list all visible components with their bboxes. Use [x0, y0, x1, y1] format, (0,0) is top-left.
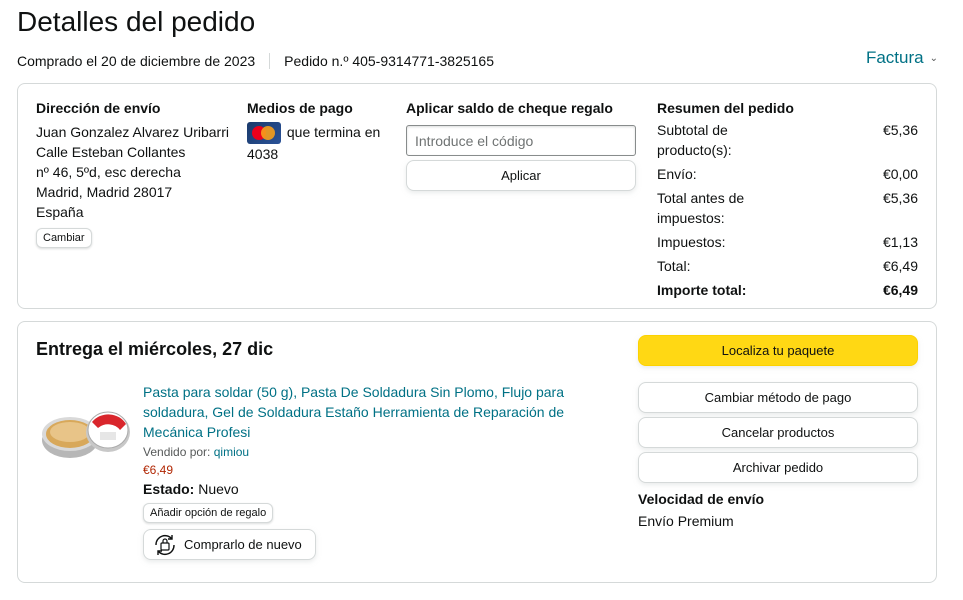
- sold-by: Vendido por: qimiou: [143, 445, 583, 459]
- order-number: Pedido n.º 405-9314771-3825165: [284, 53, 495, 69]
- shipment-card: Entrega el miércoles, 27 dic Pasta para …: [17, 321, 937, 583]
- delivery-date-title: Entrega el miércoles, 27 dic: [36, 339, 274, 359]
- archive-order-button[interactable]: Archivar pedido: [638, 452, 918, 483]
- product-price: €6,49: [143, 463, 174, 477]
- shipping-speed-value: Envío Premium: [638, 513, 734, 529]
- payment-method-section: Medios de pago que termina en 4038: [247, 100, 397, 164]
- purchase-date: Comprado el 20 de diciembre de 2023: [17, 53, 256, 69]
- mastercard-icon: [247, 122, 281, 145]
- payment-card-line: que termina en 4038: [247, 122, 397, 164]
- product-title-link[interactable]: Pasta para soldar (50 g), Pasta De Solda…: [143, 382, 583, 442]
- condition-label: Estado:: [143, 481, 195, 497]
- gift-card-title: Aplicar saldo de cheque regalo: [406, 100, 613, 116]
- change-address-button[interactable]: Cambiar: [36, 228, 92, 248]
- invoice-dropdown[interactable]: Factura ⌄: [866, 48, 938, 68]
- summary-label: Subtotal de producto(s):: [657, 122, 732, 158]
- cancel-items-button[interactable]: Cancelar productos: [638, 417, 918, 448]
- address-line: Juan Gonzalez Alvarez Uribarri: [36, 124, 229, 140]
- grand-total-row: Importe total: €6,49: [657, 280, 918, 300]
- summary-row: Impuestos: €1,13: [657, 232, 918, 252]
- track-package-button[interactable]: Localiza tu paquete: [638, 335, 918, 366]
- meta-divider: [269, 53, 271, 69]
- product-details: Pasta para soldar (50 g), Pasta De Solda…: [143, 382, 583, 560]
- chevron-down-icon: ⌄: [929, 52, 938, 64]
- address-line: España: [36, 204, 84, 220]
- summary-value: €6,49: [882, 258, 918, 274]
- summary-label: Impuestos:: [657, 234, 726, 250]
- summary-label: Total antes de impuestos:: [657, 190, 745, 226]
- buy-again-icon: [155, 534, 175, 555]
- order-info-card: Dirección de envío Juan Gonzalez Alvarez…: [17, 83, 937, 309]
- summary-label: Envío:: [657, 166, 697, 182]
- address-line: Calle Esteban Collantes: [36, 144, 186, 160]
- payment-method-title: Medios de pago: [247, 100, 353, 116]
- order-summary-title: Resumen del pedido: [657, 100, 794, 116]
- shipping-address-section: Dirección de envío Juan Gonzalez Alvarez…: [36, 100, 236, 248]
- summary-value: €5,36: [882, 122, 918, 138]
- gift-card-code-input[interactable]: [406, 125, 636, 156]
- gift-card-section: Aplicar saldo de cheque regalo Aplicar: [406, 100, 636, 191]
- shipping-address: Juan Gonzalez Alvarez Uribarri Calle Est…: [36, 122, 236, 222]
- invoice-label: Factura: [865, 48, 924, 67]
- product-condition: Estado: Nuevo: [143, 481, 583, 497]
- card-last-digits: 4038: [247, 146, 279, 163]
- shipping-speed: Velocidad de envío Envío Premium: [638, 491, 918, 531]
- apply-gift-card-button[interactable]: Aplicar: [406, 160, 636, 191]
- shipment-actions: Localiza tu paquete Cambiar método de pa…: [638, 335, 918, 531]
- product-image[interactable]: [40, 404, 132, 462]
- summary-label: Total:: [657, 258, 691, 274]
- address-line: Madrid, Madrid 28017: [36, 184, 173, 200]
- add-gift-option-button[interactable]: Añadir opción de regalo: [143, 503, 274, 523]
- condition-value: Nuevo: [198, 481, 239, 497]
- summary-row: Envío: €0,00: [657, 164, 918, 184]
- buy-again-button[interactable]: Comprarlo de nuevo: [143, 529, 316, 560]
- order-meta: Comprado el 20 de diciembre de 2023 Pedi…: [17, 53, 494, 69]
- grand-total-value: €6,49: [882, 282, 918, 298]
- page-title: Detalles del pedido: [17, 6, 256, 37]
- change-payment-method-button[interactable]: Cambiar método de pago: [638, 382, 918, 413]
- buy-again-label: Comprarlo de nuevo: [184, 537, 302, 552]
- summary-value: €5,36: [882, 190, 918, 206]
- sold-by-label: Vendido por:: [143, 445, 211, 459]
- summary-row: Total: €6,49: [657, 256, 918, 276]
- grand-total-label: Importe total:: [657, 282, 747, 298]
- shipping-speed-title: Velocidad de envío: [638, 491, 765, 507]
- summary-row: Total antes de impuestos: €5,36: [657, 188, 918, 228]
- summary-row: Subtotal de producto(s): €5,36: [657, 120, 918, 160]
- summary-value: €1,13: [882, 234, 918, 250]
- order-summary: Resumen del pedido Subtotal de producto(…: [657, 100, 918, 300]
- card-ending-text: que termina en: [286, 124, 381, 140]
- address-line: nº 46, 5ºd, esc derecha: [36, 164, 181, 180]
- seller-link[interactable]: qimiou: [214, 445, 249, 459]
- shipping-address-title: Dirección de envío: [36, 100, 161, 116]
- summary-value: €0,00: [882, 166, 918, 182]
